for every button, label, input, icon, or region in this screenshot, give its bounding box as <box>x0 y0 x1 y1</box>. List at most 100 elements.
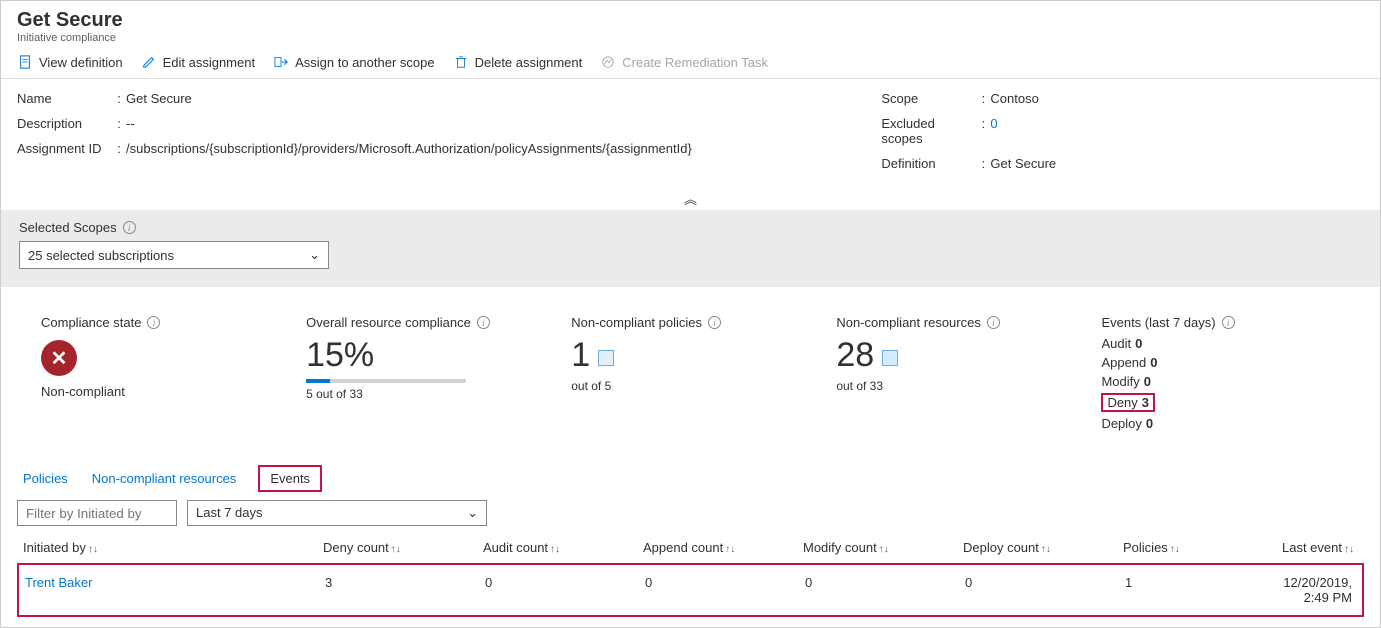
cell-deny-count: 3 <box>319 575 479 605</box>
prop-assignid-label: Assignment ID <box>17 141 112 156</box>
page-subtitle: Initiative compliance <box>17 32 1364 44</box>
page-title: Get Secure <box>17 9 1364 32</box>
info-icon[interactable] <box>477 316 490 329</box>
assign-scope-button[interactable]: Assign to another scope <box>273 54 434 70</box>
prop-excluded-value[interactable]: 0 <box>990 116 1364 146</box>
assign-scope-label: Assign to another scope <box>295 55 434 70</box>
info-icon[interactable] <box>708 316 721 329</box>
nc-resources-block: Non-compliant resources 28 out of 33 <box>836 315 1101 435</box>
prop-assignid-value: /subscriptions/{subscriptionId}/provider… <box>126 141 821 156</box>
events-deny-value: 3 <box>1142 395 1149 410</box>
prop-name-value: Get Secure <box>126 91 821 106</box>
events-deploy-value: 0 <box>1146 416 1153 431</box>
filter-initiated-by-input[interactable] <box>17 500 177 526</box>
filters-row: Last 7 days ⌄ <box>1 492 1380 534</box>
delete-assignment-button[interactable]: Delete assignment <box>453 54 583 70</box>
compliance-state-block: Compliance state Non-compliant <box>41 315 306 435</box>
timerange-value: Last 7 days <box>196 505 263 521</box>
nc-resources-title: Non-compliant resources <box>836 315 981 330</box>
events-modify-label: Modify <box>1101 374 1139 389</box>
delete-assignment-label: Delete assignment <box>475 55 583 70</box>
overall-compliance-title: Overall resource compliance <box>306 315 471 330</box>
table-row[interactable]: Trent Baker 3 0 0 0 0 1 12/20/2019, 2:49… <box>17 563 1364 617</box>
prop-scope-value: Contoso <box>990 91 1364 106</box>
info-icon[interactable] <box>987 316 1000 329</box>
chevron-down-icon: ⌄ <box>467 505 478 521</box>
tab-policies[interactable]: Policies <box>21 465 70 492</box>
prop-scope-label: Scope <box>881 91 976 106</box>
selected-scopes-label: Selected Scopes <box>19 220 117 235</box>
cell-deploy-count: 0 <box>959 575 1119 605</box>
create-remediation-button: Create Remediation Task <box>600 54 768 70</box>
scopes-dropdown-value: 25 selected subscriptions <box>28 248 174 263</box>
events-deny-label: Deny <box>1107 395 1137 410</box>
th-initiated-by[interactable]: Initiated by↑↓ <box>17 540 317 555</box>
events-deploy-label: Deploy <box>1101 416 1141 431</box>
cell-last-event: 12/20/2019, 2:49 PM <box>1259 575 1362 605</box>
nc-policies-sub: out of 5 <box>571 379 836 393</box>
prop-desc-label: Description <box>17 116 112 131</box>
cell-append-count: 0 <box>639 575 799 605</box>
overall-compliance-sub: 5 out of 33 <box>306 387 571 401</box>
tab-events[interactable]: Events <box>258 465 322 492</box>
compliance-state-text: Non-compliant <box>41 384 306 399</box>
th-policies[interactable]: Policies↑↓ <box>1117 540 1257 555</box>
nc-resources-sub: out of 33 <box>836 379 1101 393</box>
th-append-count[interactable]: Append count↑↓ <box>637 540 797 555</box>
cell-initiated-by[interactable]: Trent Baker <box>19 575 319 605</box>
document-icon <box>17 54 33 70</box>
create-remediation-label: Create Remediation Task <box>622 55 768 70</box>
events-deny-row[interactable]: Deny 3 <box>1101 393 1155 412</box>
resource-icon <box>882 350 898 366</box>
events-block: Events (last 7 days) Audit 0 Append 0 Modi… <box>1101 315 1340 435</box>
properties-section: Name : Get Secure Description : -- Assig… <box>1 79 1380 187</box>
chevron-down-icon: ⌄ <box>309 247 320 263</box>
events-append-value: 0 <box>1150 355 1157 370</box>
events-title: Events (last 7 days) <box>1101 315 1215 330</box>
edit-assignment-button[interactable]: Edit assignment <box>141 54 256 70</box>
events-append-label: Append <box>1101 355 1146 370</box>
policy-icon <box>598 350 614 366</box>
nc-policies-title: Non-compliant policies <box>571 315 702 330</box>
info-icon[interactable] <box>147 316 160 329</box>
th-modify-count[interactable]: Modify count↑↓ <box>797 540 957 555</box>
assign-icon <box>273 54 289 70</box>
scopes-dropdown[interactable]: 25 selected subscriptions ⌄ <box>19 241 329 269</box>
timerange-dropdown[interactable]: Last 7 days ⌄ <box>187 500 487 526</box>
th-deny-count[interactable]: Deny count↑↓ <box>317 540 477 555</box>
trash-icon <box>453 54 469 70</box>
th-last-event[interactable]: Last event↑↓ <box>1257 540 1364 555</box>
events-modify-value: 0 <box>1144 374 1151 389</box>
th-audit-count[interactable]: Audit count↑↓ <box>477 540 637 555</box>
prop-definition-value: Get Secure <box>990 156 1364 171</box>
view-definition-label: View definition <box>39 55 123 70</box>
non-compliant-icon <box>41 340 77 376</box>
tabs-row: Policies Non-compliant resources Events <box>1 465 1380 492</box>
stats-row: Compliance state Non-compliant Overall r… <box>1 287 1380 445</box>
remediation-icon <box>600 54 616 70</box>
toolbar: View definition Edit assignment Assign t… <box>1 46 1380 79</box>
cell-audit-count: 0 <box>479 575 639 605</box>
events-audit-label: Audit <box>1101 336 1131 351</box>
prop-name-label: Name <box>17 91 112 106</box>
pencil-icon <box>141 54 157 70</box>
progress-bar <box>306 379 466 383</box>
cell-policies: 1 <box>1119 575 1259 605</box>
cell-modify-count: 0 <box>799 575 959 605</box>
prop-definition-label: Definition <box>881 156 976 171</box>
prop-excluded-label: Excluded scopes <box>881 116 976 146</box>
edit-assignment-label: Edit assignment <box>163 55 256 70</box>
events-table: Initiated by↑↓ Deny count↑↓ Audit count↑… <box>1 534 1380 627</box>
overall-compliance-percent: 15% <box>306 336 374 375</box>
tab-nc-resources[interactable]: Non-compliant resources <box>90 465 239 492</box>
info-icon[interactable] <box>1222 316 1235 329</box>
selected-scopes-section: Selected Scopes 25 selected subscription… <box>1 210 1380 287</box>
view-definition-button[interactable]: View definition <box>17 54 123 70</box>
chevron-up-icon: ︽ <box>684 192 697 207</box>
overall-compliance-block: Overall resource compliance 15% 5 out of… <box>306 315 571 435</box>
th-deploy-count[interactable]: Deploy count↑↓ <box>957 540 1117 555</box>
prop-desc-value: -- <box>126 116 821 131</box>
collapse-toggle[interactable]: ︽ <box>1 187 1380 210</box>
info-icon[interactable] <box>123 221 136 234</box>
nc-resources-value: 28 <box>836 336 874 375</box>
